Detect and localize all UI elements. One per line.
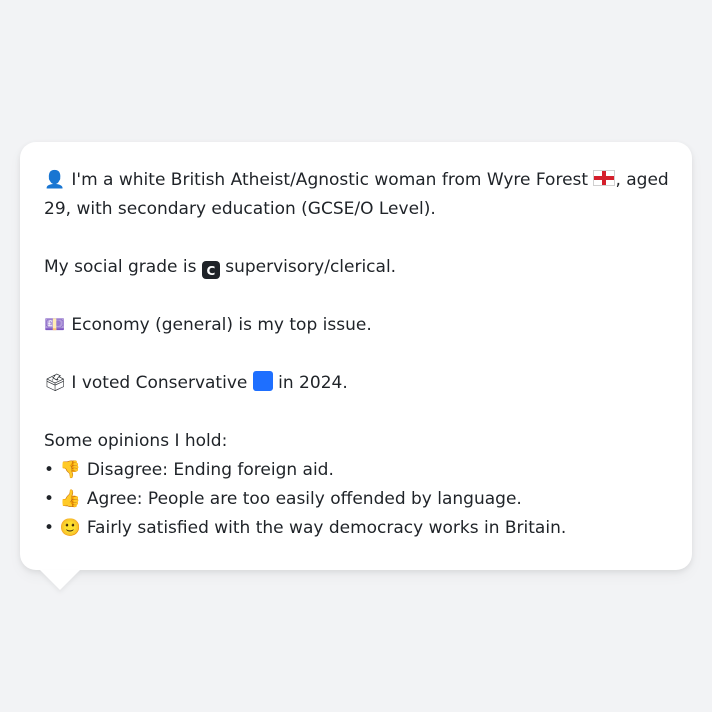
- bullet: •: [44, 518, 55, 538]
- opinion-text: Fairly satisfied with the way democracy …: [86, 518, 567, 538]
- bullet: •: [44, 460, 55, 480]
- top-issue-line: 💷 Economy (general) is my top issue.: [44, 311, 668, 340]
- opinion-text: Disagree: Ending foreign aid.: [86, 460, 334, 480]
- persona-intro-line-1: 👤 I'm a white British Atheist/Agnostic w…: [44, 166, 669, 195]
- social-grade-prefix: My social grade is: [44, 257, 197, 277]
- bullet: •: [44, 489, 55, 509]
- opinion-item: • 👎 Disagree: Ending foreign aid.: [44, 456, 668, 485]
- vote-suffix: in 2024.: [278, 373, 348, 393]
- social-grade-line: My social grade is C supervisory/clerica…: [44, 253, 668, 282]
- opinion-text: Agree: People are too easily offended by…: [86, 489, 522, 509]
- vote-prefix: I voted Conservative: [71, 373, 248, 393]
- social-grade-value: supervisory/clerical.: [225, 257, 397, 277]
- persona-message-bubble: 👤 I'm a white British Atheist/Agnostic w…: [20, 142, 692, 570]
- england-flag-icon: [593, 170, 616, 186]
- party-color-square-icon: [252, 371, 273, 391]
- opinion-item: • 👍 Agree: People are too easily offende…: [44, 485, 668, 514]
- person-icon: 👤: [44, 170, 66, 190]
- opinion-item: • 🙂 Fairly satisfied with the way democr…: [44, 514, 668, 543]
- thumbs-up-icon: 👍: [59, 489, 82, 509]
- opinions-header: Some opinions I hold:: [44, 431, 228, 451]
- persona-intro-text-cont: , aged: [615, 170, 669, 190]
- top-issue-text: Economy (general) is my top issue.: [71, 315, 372, 335]
- social-grade-badge-icon: C: [201, 261, 220, 279]
- persona-intro-text: I'm a white British Atheist/Agnostic wom…: [71, 170, 589, 190]
- thumbs-down-icon: 👎: [59, 460, 82, 480]
- persona-intro-line-2: 29, with secondary education (GCSE/O Lev…: [44, 199, 436, 219]
- banknote-icon: 💷: [44, 315, 66, 335]
- vote-line: 🗳 I voted Conservative in 2024.: [44, 369, 668, 398]
- bubble-tail: [40, 570, 80, 590]
- slightly-smiling-face-icon: 🙂: [59, 518, 82, 538]
- ballot-box-icon: 🗳: [44, 373, 66, 393]
